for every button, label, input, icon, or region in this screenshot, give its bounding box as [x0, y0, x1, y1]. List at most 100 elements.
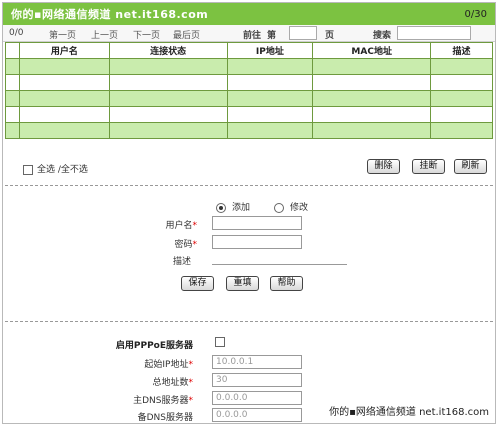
table-cell: [312, 106, 432, 123]
required-mark: *: [188, 396, 194, 406]
table-cell: [5, 106, 20, 123]
table-cell: [226, 58, 314, 75]
required-mark: *: [192, 240, 198, 250]
prev-page-link[interactable]: 上一页: [91, 28, 118, 41]
next-page-link[interactable]: 下一页: [133, 28, 160, 41]
col-description: 描述: [430, 42, 493, 59]
mode-edit-label: 修改: [290, 203, 309, 213]
table-cell: [312, 74, 432, 91]
table-row: [5, 90, 493, 107]
delete-button[interactable]: 删除: [367, 159, 400, 174]
section-divider: [5, 321, 493, 322]
table-cell: [312, 90, 432, 107]
reset-button[interactable]: 重填: [226, 276, 259, 291]
select-all-label[interactable]: 全选 /全不选: [37, 165, 88, 175]
last-page-link[interactable]: 最后页: [173, 28, 200, 41]
hangup-button[interactable]: 挂断: [412, 159, 445, 174]
password-label: 密码*: [113, 237, 197, 250]
table-cell: [108, 122, 228, 139]
password-label-text: 密码: [174, 240, 193, 250]
total-addr-label-text: 总地址数: [152, 378, 189, 388]
start-ip-label: 起始IP地址*: [103, 357, 193, 370]
col-status: 连接状态: [108, 42, 228, 59]
table-cell: [430, 122, 493, 139]
table-row: [5, 106, 493, 123]
table-cell: [18, 90, 110, 107]
primary-dns-label: 主DNS服务器*: [103, 393, 193, 406]
table-cell: [108, 58, 228, 75]
mode-add-option[interactable]: 添加: [216, 200, 250, 213]
start-ip-field[interactable]: 10.0.0.1: [212, 355, 302, 369]
table-cell: [226, 122, 314, 139]
search-input[interactable]: [397, 26, 471, 40]
table-cell: [430, 58, 493, 75]
table-cell: [18, 58, 110, 75]
header-title: 你的▪网络通信频道 net.it168.com: [11, 8, 209, 21]
table-cell: [430, 106, 493, 123]
col-mac: MAC地址: [312, 42, 432, 59]
table-cell: [312, 122, 432, 139]
required-mark: *: [192, 221, 198, 231]
secondary-dns-label: 备DNS服务器: [137, 413, 193, 423]
total-addr-label: 总地址数*: [103, 375, 193, 388]
mode-edit-radio[interactable]: [274, 202, 284, 213]
table-row: [5, 122, 493, 139]
pppoe-enable-label: 启用PPPoE服务器: [115, 341, 193, 351]
goto-page-input[interactable]: [289, 26, 317, 40]
description-field[interactable]: [212, 252, 347, 265]
table-cell: [108, 106, 228, 123]
table-cell: [18, 122, 110, 139]
col-username: 用户名: [18, 42, 110, 59]
secondary-dns-field[interactable]: 0.0.0.0: [212, 408, 302, 422]
table-cell: [5, 58, 20, 75]
save-button[interactable]: 保存: [181, 276, 214, 291]
start-ip-label-text: 起始IP地址: [144, 360, 189, 370]
table-header-check: [5, 42, 20, 59]
watermark-text: 你的▪网络通信频道 net.it168.com: [329, 407, 489, 418]
total-addr-field[interactable]: 30: [212, 373, 302, 387]
table-cell: [430, 74, 493, 91]
pager-position: 0/0: [9, 28, 24, 38]
select-all-row: 全选 /全不选: [23, 162, 88, 175]
required-mark: *: [188, 378, 194, 388]
primary-dns-label-text: 主DNS服务器: [133, 396, 189, 406]
goto-mid: 第: [267, 31, 277, 41]
mode-edit-option[interactable]: 修改: [274, 200, 308, 213]
password-field[interactable]: [212, 235, 302, 249]
table-cell: [226, 74, 314, 91]
primary-dns-field[interactable]: 0.0.0.0: [212, 391, 302, 405]
table-cell: [18, 106, 110, 123]
col-ip: IP地址: [226, 42, 314, 59]
search-label: 搜索: [373, 31, 392, 41]
table-cell: [430, 90, 493, 107]
help-button[interactable]: 帮助: [270, 276, 303, 291]
first-page-link[interactable]: 第一页: [49, 28, 76, 41]
description-label: 描述: [172, 257, 191, 267]
table-cell: [312, 58, 432, 75]
table-row: [5, 74, 493, 91]
page-count: 0/30: [464, 9, 487, 20]
pppoe-enable-checkbox[interactable]: [215, 337, 225, 347]
select-all-checkbox[interactable]: [23, 164, 33, 175]
required-mark: *: [188, 360, 194, 370]
goto-prefix: 前往: [243, 31, 262, 41]
header-bar: 你的▪网络通信频道 net.it168.com 0/30: [3, 3, 495, 25]
table-cell: [108, 90, 228, 107]
table-cell: [226, 90, 314, 107]
user-table: 用户名 连接状态 IP地址 MAC地址 描述: [5, 42, 493, 139]
mode-add-radio[interactable]: [216, 202, 226, 213]
table-cell: [5, 122, 20, 139]
table-cell: [108, 74, 228, 91]
username-label: 用户名*: [113, 218, 197, 231]
username-label-text: 用户名: [165, 221, 193, 231]
table-row: [5, 58, 493, 75]
table-cell: [5, 90, 20, 107]
table-cell: [226, 106, 314, 123]
refresh-button[interactable]: 刷新: [454, 159, 487, 174]
username-field[interactable]: [212, 216, 302, 230]
mode-add-label: 添加: [232, 203, 251, 213]
pppoe-server-panel: 你的▪网络通信频道 net.it168.com 0/30 0/0 第一页 上一页…: [2, 2, 496, 424]
table-cell: [18, 74, 110, 91]
section-divider: [5, 185, 493, 186]
table-header-row: 用户名 连接状态 IP地址 MAC地址 描述: [5, 42, 493, 59]
